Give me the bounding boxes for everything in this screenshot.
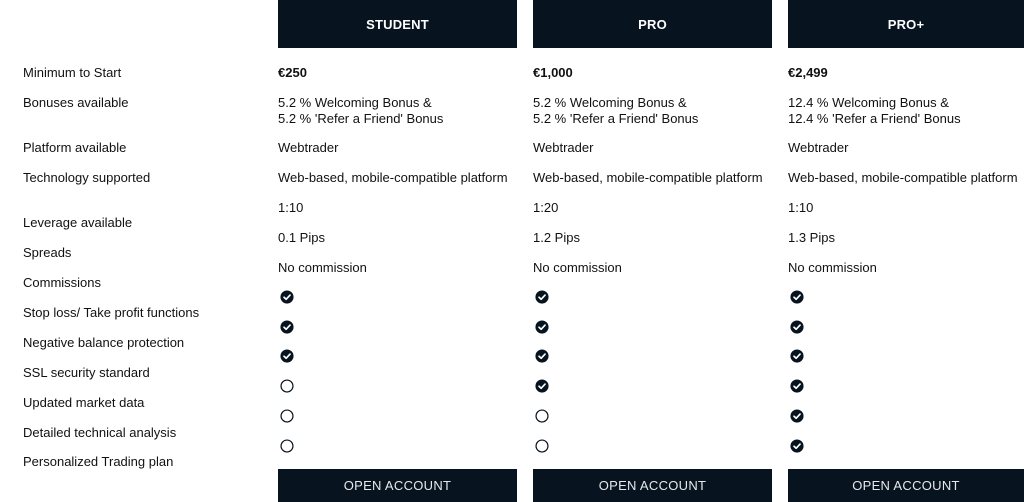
open-account-button-pro[interactable]: OPEN ACCOUNT xyxy=(533,469,772,502)
open-account-button-pro-plus[interactable]: OPEN ACCOUNT xyxy=(788,469,1024,502)
empty-circle-icon xyxy=(280,439,294,453)
plan-pro-leverage: 1:20 xyxy=(533,200,559,215)
plan-student-bonus-line1: 5.2 % Welcoming Bonus & xyxy=(278,95,432,110)
plan-pro-platform: Webtrader xyxy=(533,140,594,155)
empty-circle-icon xyxy=(280,379,294,393)
plan-pro-plus-minimum: €2,499 xyxy=(788,65,828,80)
check-circle-icon xyxy=(790,409,804,423)
check-circle-icon xyxy=(535,320,549,334)
check-circle-icon xyxy=(280,320,294,334)
plan-pro-technology: Web-based, mobile-compatible platform xyxy=(533,170,763,185)
row-label-negative-balance: Negative balance protection xyxy=(23,335,185,350)
row-label-ssl: SSL security standard xyxy=(23,365,150,380)
plan-pro-plus-leverage: 1:10 xyxy=(788,200,814,215)
plan-header-pro: PRO xyxy=(533,0,772,48)
check-circle-icon xyxy=(535,349,549,363)
empty-circle-icon xyxy=(280,409,294,423)
row-label-technical-analysis: Detailed technical analysis xyxy=(23,425,177,440)
plan-pro-plus-technology: Web-based, mobile-compatible platform xyxy=(788,170,1018,185)
plan-student-spreads: 0.1 Pips xyxy=(278,230,325,245)
empty-circle-icon xyxy=(535,409,549,423)
plan-header-student: STUDENT xyxy=(278,0,517,48)
row-label-spreads: Spreads xyxy=(23,245,72,260)
row-label-leverage: Leverage available xyxy=(23,215,133,230)
row-label-technology: Technology supported xyxy=(23,170,151,185)
plan-pro-bonus-line1: 5.2 % Welcoming Bonus & xyxy=(533,95,687,110)
plan-student-platform: Webtrader xyxy=(278,140,339,155)
check-circle-icon xyxy=(280,290,294,304)
row-label-bonuses: Bonuses available xyxy=(23,95,129,110)
plan-student-minimum: €250 xyxy=(278,65,307,80)
plan-pro-plus-bonus-line1: 12.4 % Welcoming Bonus & xyxy=(788,95,949,110)
plan-student-commissions: No commission xyxy=(278,260,367,275)
plan-pro-bonus-line2: 5.2 % 'Refer a Friend' Bonus xyxy=(533,111,699,126)
plan-pro-spreads: 1.2 Pips xyxy=(533,230,580,245)
plan-pro-plus-commissions: No commission xyxy=(788,260,877,275)
row-label-trading-plan: Personalized Trading plan xyxy=(23,454,174,469)
plan-pro-minimum: €1,000 xyxy=(533,65,573,80)
empty-circle-icon xyxy=(535,439,549,453)
plan-pro-plus-spreads: 1.3 Pips xyxy=(788,230,835,245)
plan-student-leverage: 1:10 xyxy=(278,200,304,215)
check-circle-icon xyxy=(535,290,549,304)
check-circle-icon xyxy=(790,320,804,334)
check-circle-icon xyxy=(790,290,804,304)
plan-header-pro-plus: PRO+ xyxy=(788,0,1024,48)
plan-pro-commissions: No commission xyxy=(533,260,622,275)
check-circle-icon xyxy=(790,439,804,453)
row-label-stop-loss: Stop loss/ Take profit functions xyxy=(23,305,200,320)
row-label-platform: Platform available xyxy=(23,140,127,155)
plan-student-bonus-line2: 5.2 % 'Refer a Friend' Bonus xyxy=(278,111,444,126)
check-circle-icon xyxy=(790,379,804,393)
plan-pro-plus-platform: Webtrader xyxy=(788,140,849,155)
row-label-minimum: Minimum to Start xyxy=(23,65,122,80)
check-circle-icon xyxy=(790,349,804,363)
plan-pro-plus-bonus-line2: 12.4 % 'Refer a Friend' Bonus xyxy=(788,111,961,126)
plan-student-technology: Web-based, mobile-compatible platform xyxy=(278,170,508,185)
row-label-commissions: Commissions xyxy=(23,275,102,290)
row-label-market-data: Updated market data xyxy=(23,395,145,410)
check-circle-icon xyxy=(280,349,294,363)
check-circle-icon xyxy=(535,379,549,393)
open-account-button-student[interactable]: OPEN ACCOUNT xyxy=(278,469,517,502)
